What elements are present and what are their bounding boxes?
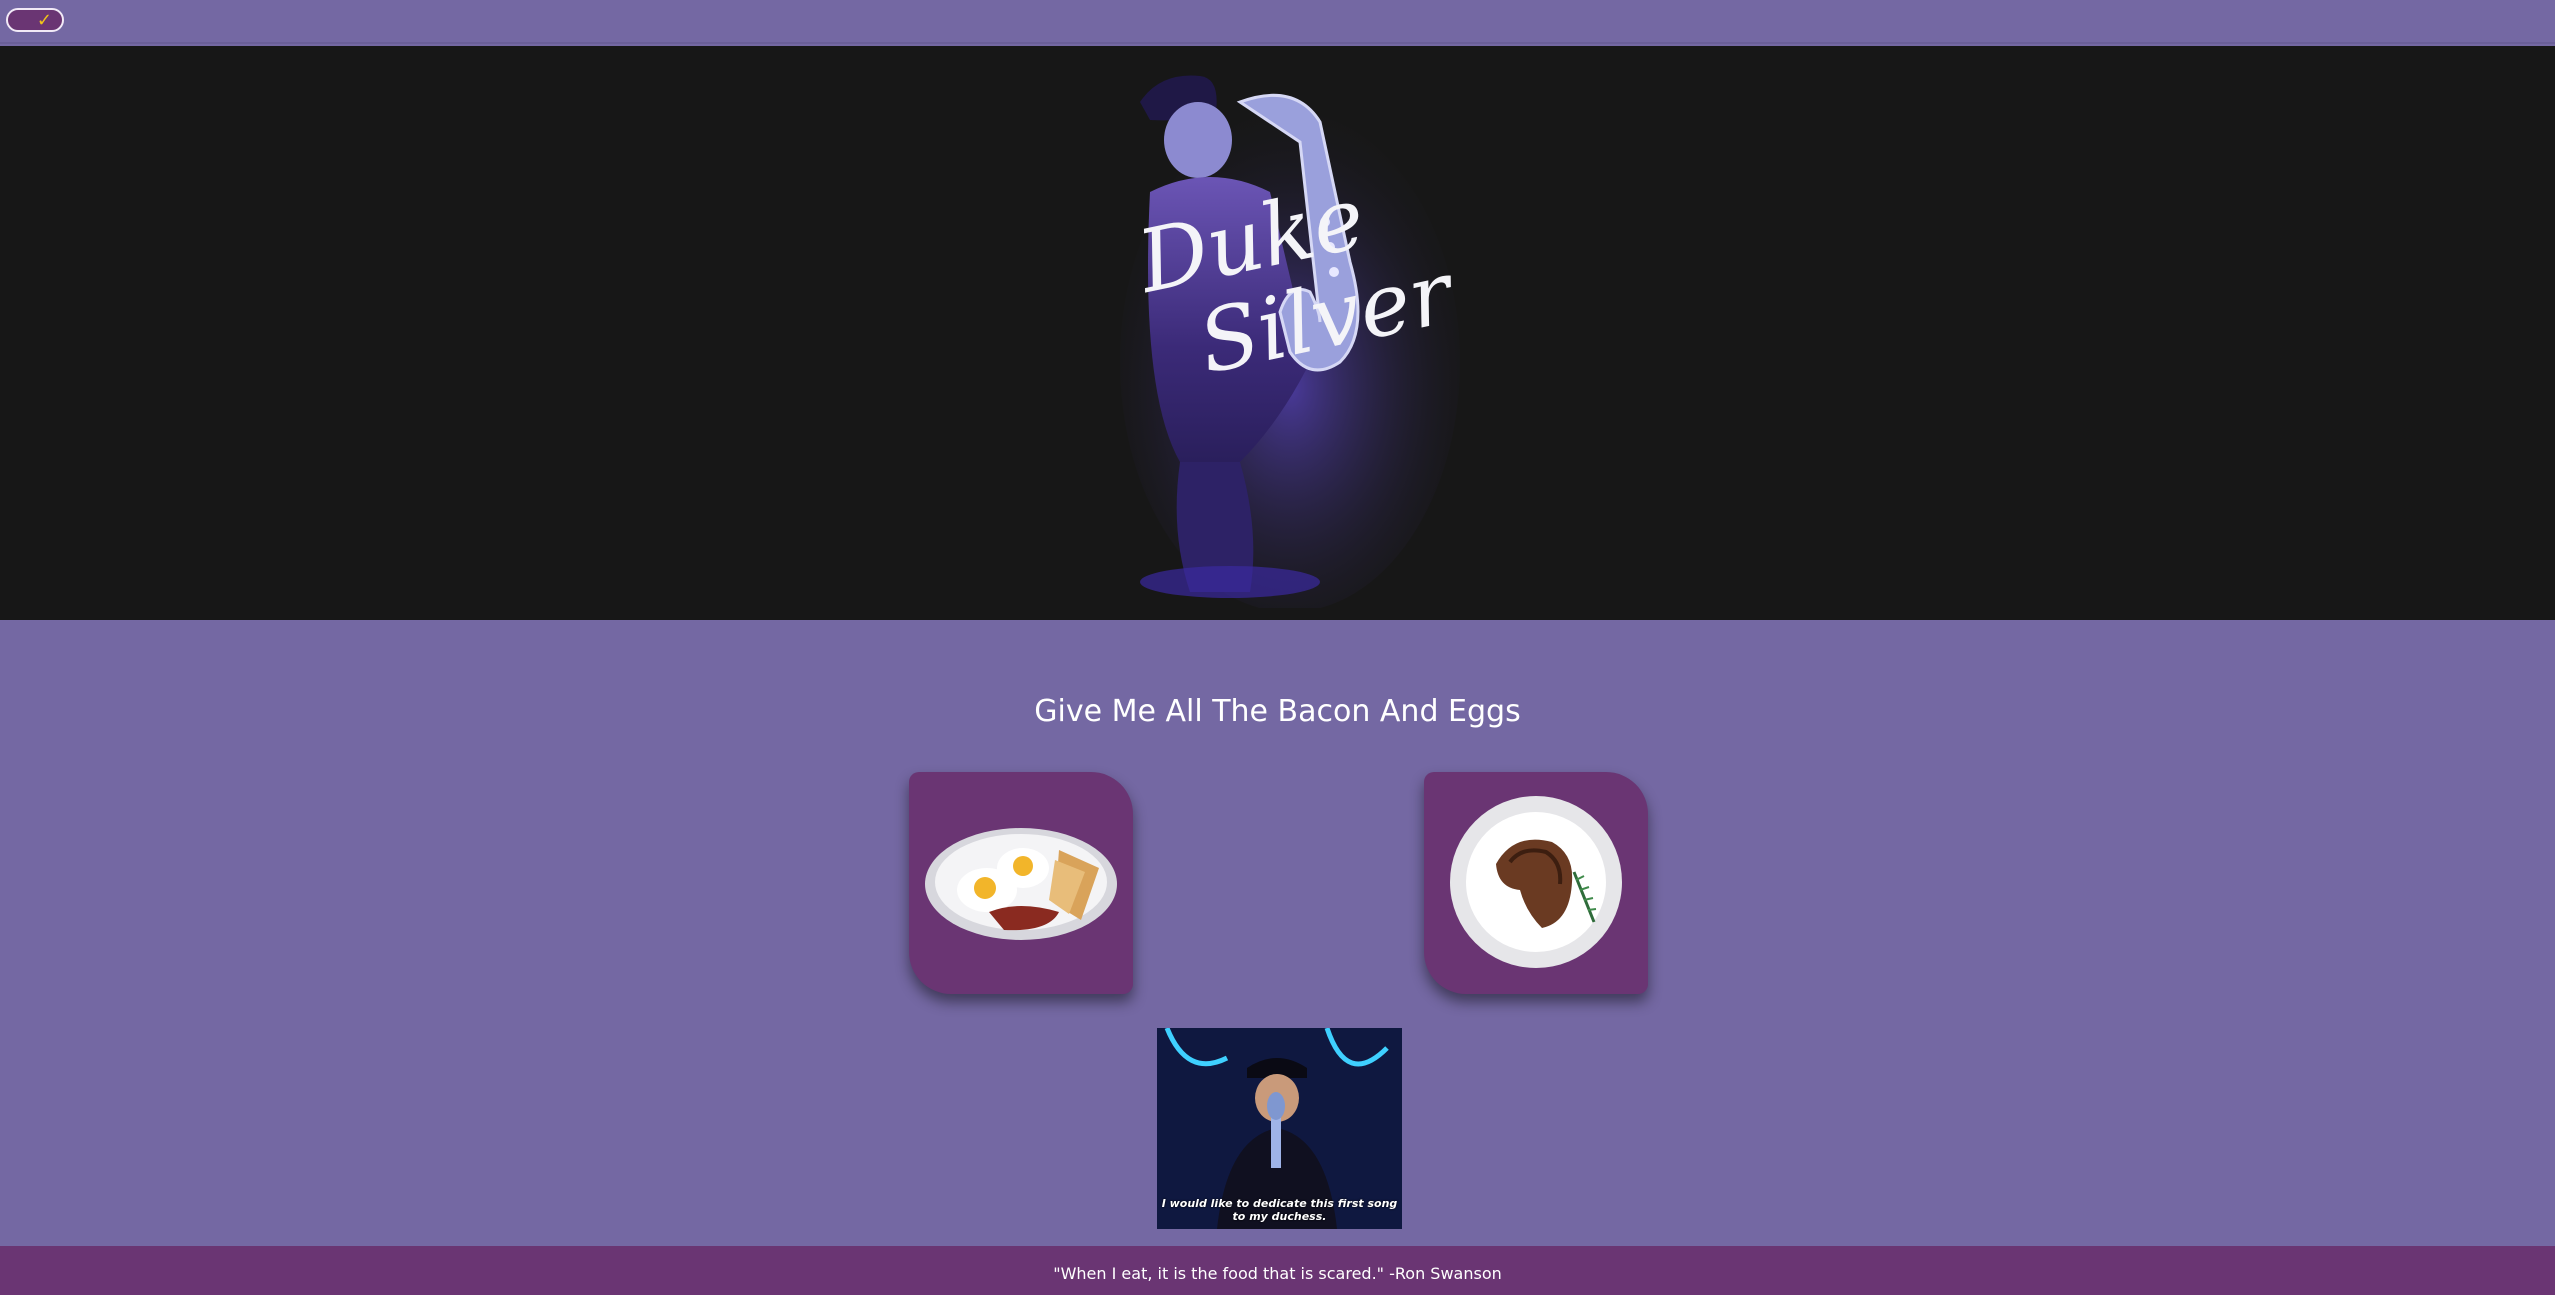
theme-toggle-switch[interactable]: ✓: [6, 8, 64, 32]
check-icon: ✓: [36, 10, 52, 30]
steak-plate-image: [1450, 796, 1622, 968]
duke-silver-saxophone-image: Duke Silver: [1120, 75, 1460, 608]
top-nav-bar: ✓: [0, 0, 2555, 44]
hero-banner: Duke Silver: [0, 46, 2555, 620]
page-heading: Give Me All The Bacon And Eggs: [1034, 694, 1521, 729]
duke-silver-gif: I would like to dedicate this first song…: [1157, 1028, 1402, 1229]
bacon-and-eggs-tile[interactable]: [909, 772, 1133, 994]
breakfast-plate-image: [925, 828, 1117, 940]
steak-tile[interactable]: [1424, 772, 1648, 994]
footer-quote: "When I eat, it is the food that is scar…: [0, 1246, 2555, 1295]
gif-caption: I would like to dedicate this first song…: [1161, 1197, 1398, 1223]
